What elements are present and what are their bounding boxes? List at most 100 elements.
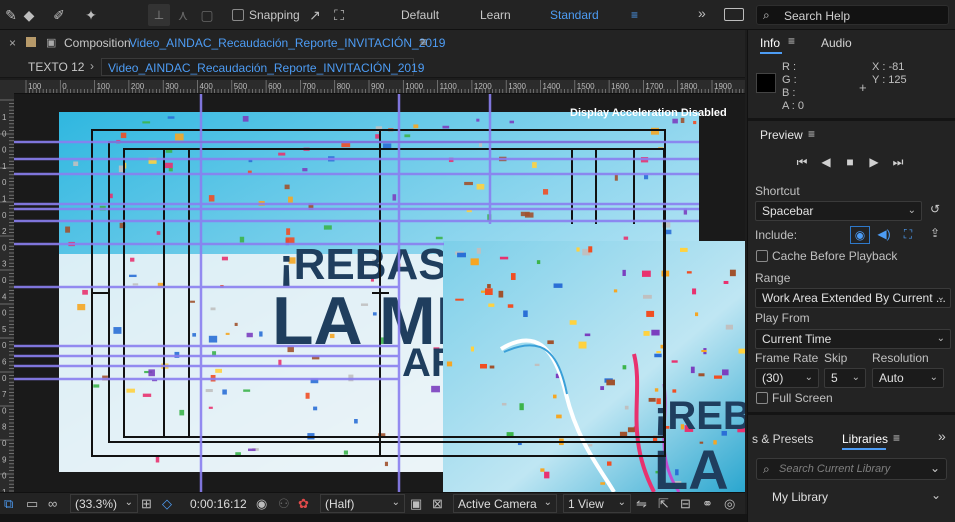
workspace-default[interactable]: Default bbox=[401, 8, 439, 22]
layer-tab[interactable]: TEXTO 12 bbox=[28, 60, 84, 74]
breadcrumb[interactable]: Video_AINDAC_Recaudación_Reporte_INVITAC… bbox=[101, 58, 424, 76]
library-search-field[interactable]: ⌕ Search Current Library ⌄ bbox=[756, 458, 947, 480]
reset-icon[interactable]: ↺ bbox=[930, 202, 940, 216]
previous-frame-icon[interactable]: ◀ bbox=[818, 154, 834, 170]
preview-menu-icon[interactable]: ≡ bbox=[808, 127, 815, 141]
include-audio-icon[interactable]: ◀) bbox=[874, 226, 894, 244]
snap-edges-icon[interactable]: ↗ bbox=[304, 4, 326, 26]
ruler-tick-label: 1 bbox=[2, 195, 7, 204]
ruler-horizontal[interactable]: 100 0 100 200 300 400 500 600 700 800 900 1000 1100 1… bbox=[12, 80, 745, 94]
confetti-piece bbox=[130, 257, 135, 262]
search-help-field[interactable]: ⌕ Search Help bbox=[756, 5, 949, 25]
chevron-down-icon: ⌄ bbox=[907, 205, 916, 216]
tab-audio[interactable]: Audio bbox=[821, 36, 852, 50]
libraries-menu-icon[interactable]: ≡ bbox=[893, 431, 900, 445]
mask-visibility-icon[interactable]: ◇ bbox=[162, 496, 172, 512]
region-of-interest-icon[interactable]: ▣ bbox=[410, 496, 422, 512]
shortcut-dropdown[interactable]: Spacebar ⌄ bbox=[755, 201, 922, 221]
workspace-standard[interactable]: Standard bbox=[550, 8, 599, 22]
confetti-piece bbox=[470, 346, 475, 352]
confetti-piece bbox=[205, 389, 213, 393]
confetti-piece bbox=[569, 320, 577, 325]
ruler-tick-label: 300 bbox=[165, 82, 179, 91]
snapshot-camera-icon[interactable]: ◉ bbox=[256, 496, 267, 512]
axis-view-icon[interactable]: ▢ bbox=[196, 4, 218, 26]
confetti-piece bbox=[93, 384, 100, 388]
confetti-piece bbox=[600, 386, 605, 391]
confetti-piece bbox=[167, 116, 175, 119]
axis-world-icon[interactable]: ⋏ bbox=[172, 4, 194, 26]
workspace-layout-icon[interactable] bbox=[724, 8, 744, 21]
include-overlays-icon[interactable]: ⛶ bbox=[898, 226, 918, 244]
flowchart-icon[interactable]: ⚭ bbox=[702, 496, 713, 512]
view-layout-dropdown[interactable]: 1 View ⌄ bbox=[563, 494, 631, 513]
confetti-piece bbox=[480, 363, 487, 369]
always-preview-icon[interactable]: ⧉ bbox=[4, 496, 13, 512]
full-screen-checkbox[interactable] bbox=[756, 392, 768, 404]
info-x: X : -81 bbox=[872, 61, 905, 73]
library-search-placeholder: Search Current Library bbox=[779, 463, 891, 475]
confetti-piece bbox=[713, 375, 723, 379]
reset-exposure-icon[interactable]: ◎ bbox=[724, 496, 735, 512]
roto-brush-icon[interactable]: ✐ bbox=[48, 4, 70, 26]
frame-rate-dropdown[interactable]: (30) ⌄ bbox=[755, 368, 819, 388]
confetti-piece bbox=[553, 394, 557, 399]
vr-goggles-icon[interactable]: ∞ bbox=[48, 496, 57, 511]
stop-icon[interactable]: ■ bbox=[842, 154, 858, 170]
resolution-preview-dropdown[interactable]: Auto ⌄ bbox=[872, 368, 944, 388]
composition-viewer[interactable]: ¡REBASAM LA MET AR ¡REBA LA M bbox=[14, 94, 745, 492]
library-select-dropdown[interactable]: My Library ⌄ bbox=[756, 486, 947, 508]
range-dropdown[interactable]: Work Area Extended By Current ... ⌄ bbox=[755, 288, 951, 308]
toggle-pixel-aspect-icon[interactable]: ⇋ bbox=[636, 496, 647, 512]
cache-before-playback-label: Cache Before Playback bbox=[772, 249, 898, 263]
confetti-piece bbox=[540, 468, 545, 472]
first-frame-icon[interactable]: ⏮ bbox=[794, 154, 810, 170]
tab-info[interactable]: Info bbox=[760, 36, 780, 50]
next-frame-icon[interactable]: ▶ bbox=[866, 154, 882, 170]
camera-dropdown[interactable]: Active Camera ⌄ bbox=[453, 494, 557, 513]
confetti-piece bbox=[383, 143, 392, 149]
play-from-dropdown[interactable]: Current Time ⌄ bbox=[755, 329, 951, 349]
snapping-checkbox[interactable] bbox=[232, 9, 244, 21]
confetti-piece bbox=[534, 363, 540, 367]
transparency-grid-icon[interactable]: ⊠ bbox=[432, 496, 443, 512]
close-panel-icon[interactable]: × bbox=[9, 36, 16, 50]
snap-frame-icon[interactable]: ⛶ bbox=[328, 4, 350, 26]
tab-libraries[interactable]: Libraries bbox=[842, 432, 888, 446]
lock-icon[interactable]: ▣ bbox=[46, 36, 56, 49]
cache-before-playback-checkbox[interactable] bbox=[756, 250, 768, 262]
last-frame-icon[interactable]: ⏭ bbox=[890, 154, 906, 170]
monitor-icon[interactable]: ▭ bbox=[26, 496, 38, 512]
more-workspaces-icon[interactable]: » bbox=[698, 5, 706, 21]
confetti-piece bbox=[156, 231, 161, 235]
channel-color-icon[interactable]: ✿ bbox=[298, 496, 309, 512]
current-timecode[interactable]: 0:00:16:12 bbox=[190, 497, 247, 511]
safe-zones-icon[interactable]: ⊞ bbox=[141, 496, 152, 512]
confetti-piece bbox=[588, 444, 593, 447]
show-snapshot-icon[interactable]: ⚇ bbox=[278, 496, 290, 512]
ruler-tick-label: 1300 bbox=[508, 82, 526, 91]
info-menu-icon[interactable]: ≡ bbox=[788, 34, 795, 48]
workspace-menu-icon[interactable]: ≡ bbox=[631, 8, 638, 22]
export-preview-icon[interactable]: ⇪ bbox=[930, 226, 940, 240]
panel-menu-icon[interactable]: ≡ bbox=[420, 35, 427, 49]
shortcut-label: Shortcut bbox=[755, 184, 800, 198]
fast-previews-icon[interactable]: ⇱ bbox=[658, 496, 669, 512]
eraser-icon[interactable]: ◆ bbox=[18, 4, 40, 26]
skip-dropdown[interactable]: 5 ⌄ bbox=[824, 368, 866, 388]
confetti-piece bbox=[77, 303, 86, 311]
composition-name[interactable]: Video_AINDAC_Recaudación_Reporte_INVITAC… bbox=[129, 36, 445, 50]
more-panels-icon[interactable]: » bbox=[938, 428, 946, 444]
include-video-icon[interactable]: ◉ bbox=[850, 226, 870, 244]
axis-local-icon[interactable]: ⊥ bbox=[148, 4, 170, 26]
workspace-learn[interactable]: Learn bbox=[480, 8, 511, 22]
confetti-piece bbox=[519, 403, 524, 411]
tab-libraries-underline bbox=[842, 448, 886, 450]
zoom-dropdown[interactable]: (33.3%) ⌄ bbox=[70, 494, 138, 513]
tab-effects-presets[interactable]: s & Presets bbox=[752, 432, 813, 446]
ruler-vertical[interactable]: 100101020304050607080901 bbox=[0, 80, 14, 492]
confetti-piece bbox=[476, 247, 481, 254]
resolution-dropdown[interactable]: (Half) ⌄ bbox=[320, 494, 405, 513]
timeline-icon[interactable]: ⊟ bbox=[680, 496, 691, 512]
puppet-pin-icon[interactable]: ✦ bbox=[80, 4, 102, 26]
